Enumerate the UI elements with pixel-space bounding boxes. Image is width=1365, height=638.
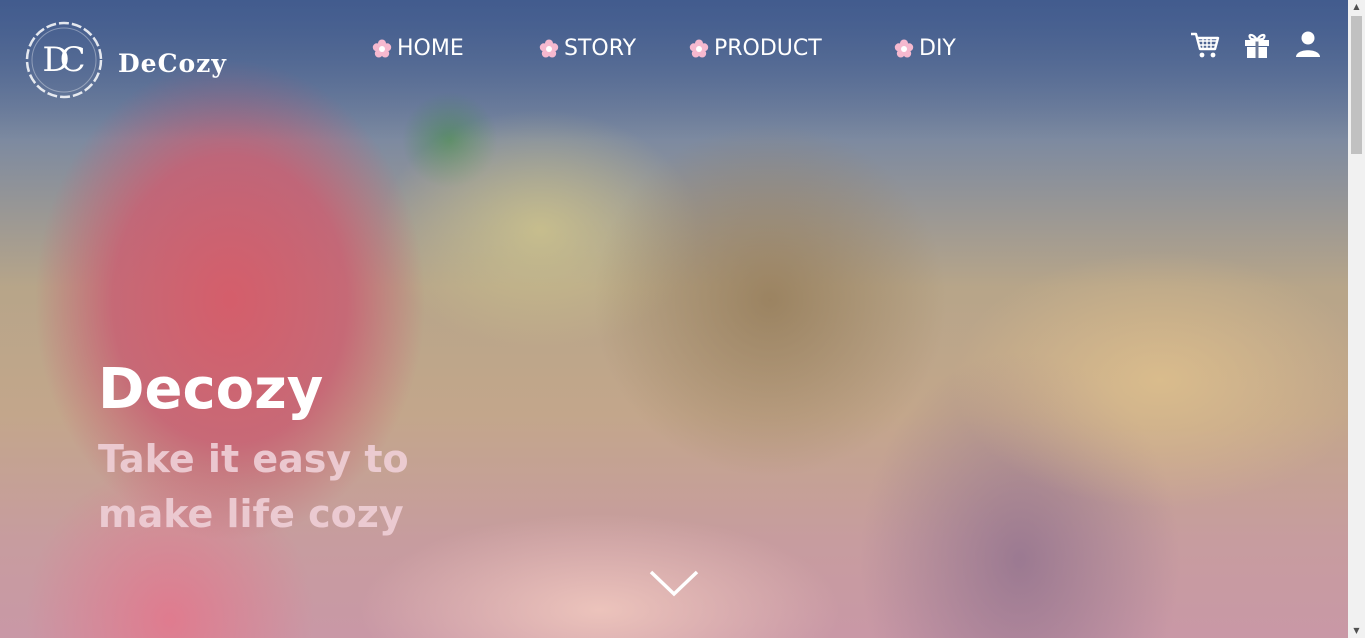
brand-logo[interactable]: DC DeCozy xyxy=(24,20,227,100)
hero-subtitle: Take it easy to make life cozy xyxy=(98,437,409,536)
cart-icon[interactable] xyxy=(1190,30,1220,60)
nav-item-diy[interactable]: DIY xyxy=(894,36,956,61)
hero-title: Decozy xyxy=(98,357,324,422)
flower-icon xyxy=(894,39,914,57)
logo-monogram: DC xyxy=(42,40,85,80)
gift-icon[interactable] xyxy=(1242,30,1272,60)
nav-item-product[interactable]: PRODUCT xyxy=(689,36,822,61)
nav-item-home[interactable]: HOME xyxy=(372,36,464,61)
page: DC DeCozy HOME STORY PRODUCT DIY Decozy … xyxy=(0,0,1365,638)
nav-label: DIY xyxy=(919,36,956,61)
logo-badge: DC xyxy=(24,20,104,100)
nav-label: HOME xyxy=(397,36,464,61)
scroll-down-arrow-icon[interactable]: ▼ xyxy=(1348,624,1365,638)
brand-name: DeCozy xyxy=(118,48,227,78)
scrollbar-thumb[interactable] xyxy=(1351,16,1362,154)
nav-item-story[interactable]: STORY xyxy=(539,36,636,61)
scroll-up-arrow-icon[interactable]: ▲ xyxy=(1348,0,1365,14)
flower-icon xyxy=(689,39,709,57)
flower-icon xyxy=(539,39,559,57)
user-icon[interactable] xyxy=(1293,30,1323,60)
nav-label: STORY xyxy=(564,36,637,61)
chevron-down-icon[interactable] xyxy=(648,568,700,598)
nav-label: PRODUCT xyxy=(714,36,822,61)
flower-icon xyxy=(372,39,392,57)
page-scrollbar[interactable]: ▲ ▼ xyxy=(1348,0,1365,638)
